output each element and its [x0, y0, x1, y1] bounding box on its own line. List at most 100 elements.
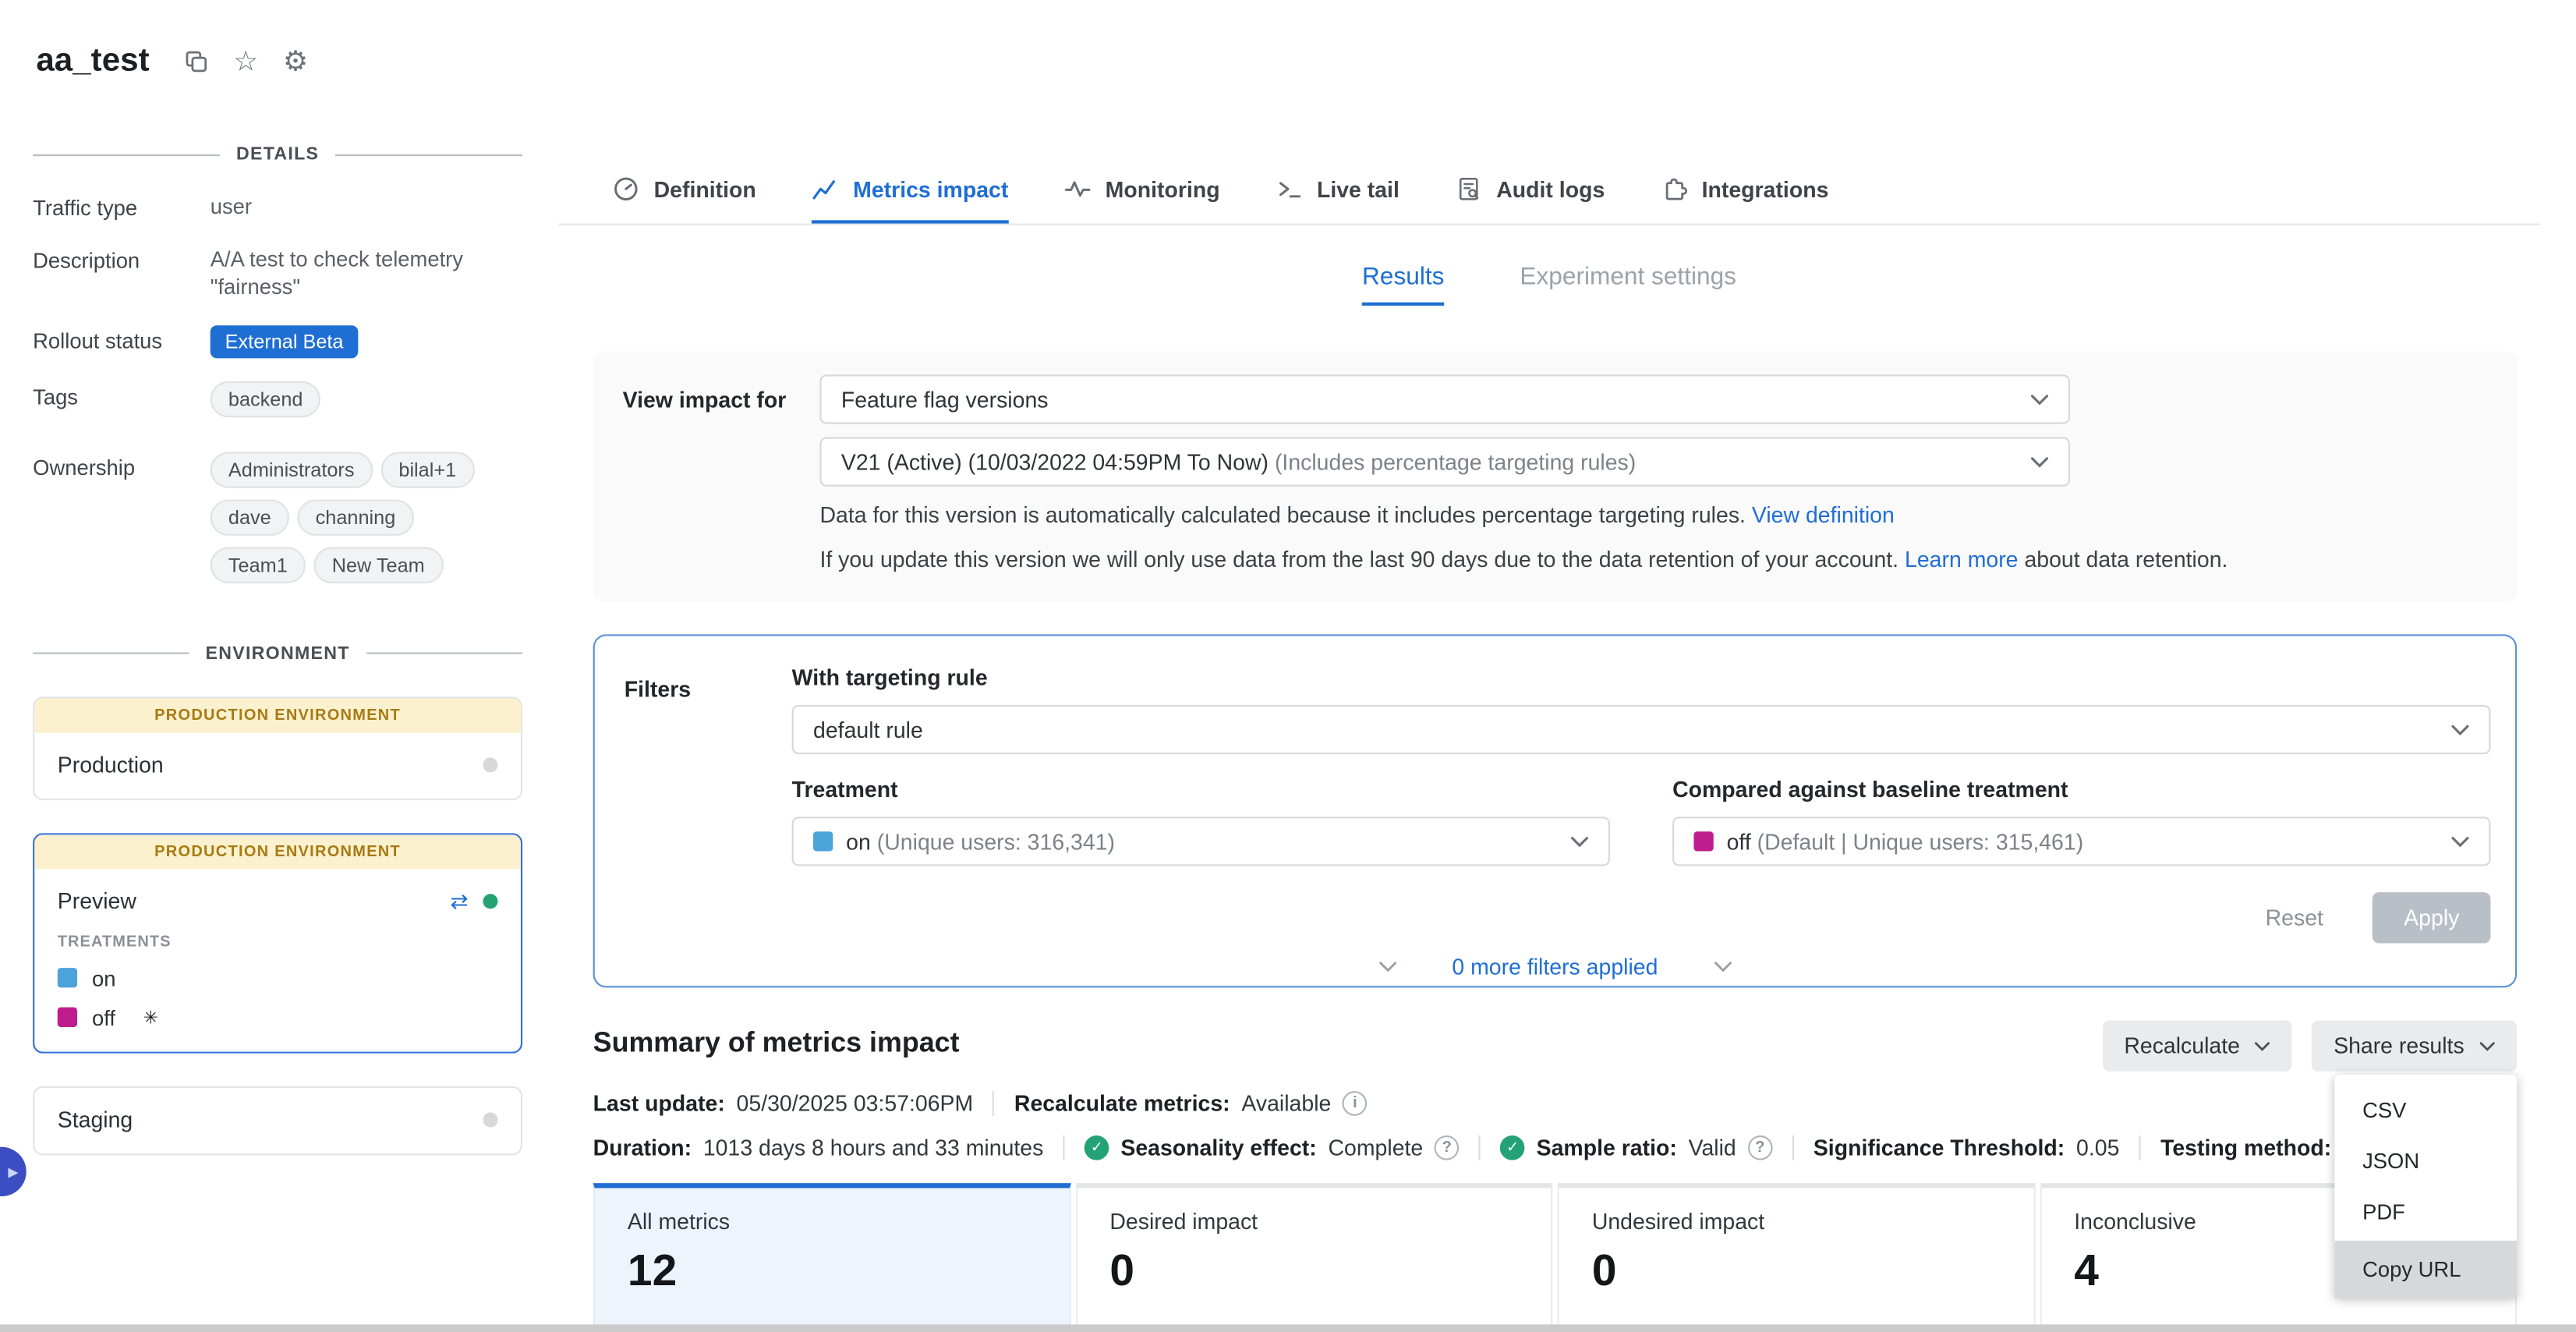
- chevron-down-icon: [2030, 456, 2048, 468]
- tab-metrics-impact[interactable]: Metrics impact: [812, 158, 1008, 223]
- env-card-production[interactable]: PRODUCTION ENVIRONMENT Production: [33, 696, 522, 800]
- divider: [1792, 1135, 1793, 1160]
- baseline-dropdown[interactable]: off (Default | Unique users: 315,461): [1672, 817, 2490, 866]
- share-results-button[interactable]: Share results: [2312, 1021, 2517, 1072]
- view-impact-section: View impact for Feature flag versions V2…: [593, 352, 2517, 602]
- details-rows: Traffic type user Description A/A test t…: [33, 193, 522, 594]
- version-dropdown[interactable]: V21 (Active) (10/03/2022 04:59PM To Now)…: [819, 437, 2070, 486]
- env-name-staging: Staging: [58, 1107, 133, 1132]
- check-circle-icon: ✓: [1085, 1135, 1109, 1160]
- divider: [1479, 1135, 1481, 1160]
- menu-item-copy-url[interactable]: Copy URL: [2334, 1241, 2517, 1298]
- audit-logs-icon: [1456, 175, 1482, 202]
- tab-label: Live tail: [1317, 177, 1399, 202]
- swap-arrows-icon: ⇄: [451, 890, 469, 911]
- subtab-bar: Results Experiment settings: [558, 263, 2539, 306]
- chevron-down-icon: [2030, 394, 2048, 406]
- filters-heading: Filters: [625, 666, 792, 944]
- tab-definition[interactable]: Definition: [613, 158, 756, 223]
- traffic-type-value: user: [211, 193, 522, 221]
- card-desired-impact[interactable]: Desired impact 0: [1075, 1183, 1552, 1326]
- card-value: 12: [628, 1245, 1036, 1296]
- last-update-label: Last update:: [593, 1091, 725, 1116]
- treatment-dropdown[interactable]: on (Unique users: 316,341): [792, 817, 1610, 866]
- copy-icon[interactable]: [184, 49, 209, 74]
- targeting-rule-label: With targeting rule: [792, 666, 2491, 691]
- subtab-experiment-settings[interactable]: Experiment settings: [1520, 263, 1736, 306]
- more-filters-toggle[interactable]: 0 more filters applied: [1365, 955, 1745, 980]
- env-card-staging[interactable]: Staging: [33, 1086, 522, 1154]
- tab-label: Definition: [654, 177, 756, 202]
- sidebar-expand-handle[interactable]: ▶: [0, 1147, 27, 1196]
- chevron-down-icon: [2255, 1041, 2271, 1051]
- version-type-dropdown[interactable]: Feature flag versions: [819, 374, 2070, 423]
- treatment-row-on: on: [58, 965, 498, 990]
- definition-icon: [613, 175, 639, 202]
- chevron-down-icon: [1714, 962, 1732, 973]
- monitoring-icon: [1064, 175, 1091, 202]
- gear-icon[interactable]: ⚙: [283, 48, 308, 76]
- tab-label: Integrations: [1702, 177, 1829, 202]
- star-icon[interactable]: ☆: [233, 48, 258, 76]
- menu-item-pdf[interactable]: PDF: [2334, 1187, 2517, 1238]
- card-label: Desired impact: [1109, 1210, 1518, 1235]
- view-impact-label: View impact for: [623, 374, 820, 575]
- card-value: 0: [1592, 1245, 2001, 1296]
- significance-value: 0.05: [2076, 1135, 2119, 1160]
- subtab-results[interactable]: Results: [1362, 263, 1444, 306]
- learn-more-link[interactable]: Learn more: [1905, 547, 2018, 572]
- apply-button[interactable]: Apply: [2373, 892, 2490, 943]
- tab-audit-logs[interactable]: Audit logs: [1456, 158, 1605, 223]
- integrations-icon: [1661, 175, 1687, 202]
- sample-ratio-label: Sample ratio:: [1537, 1135, 1677, 1160]
- treatment-on-swatch: [813, 831, 833, 851]
- rollout-status-badge: External Beta: [211, 324, 359, 357]
- card-all-metrics[interactable]: All metrics 12: [593, 1183, 1070, 1326]
- main-content: Definition Metrics impact Monitoring Liv…: [558, 158, 2539, 1326]
- traffic-type-label: Traffic type: [33, 193, 211, 221]
- tab-monitoring[interactable]: Monitoring: [1064, 158, 1220, 223]
- baseline-label: Compared against baseline treatment: [1672, 778, 2490, 802]
- reset-button[interactable]: Reset: [2266, 905, 2323, 930]
- help-icon[interactable]: ?: [1435, 1135, 1460, 1160]
- treatment-row-off: off ✳: [58, 1005, 498, 1030]
- env-card-preview[interactable]: PRODUCTION ENVIRONMENT Preview ⇄ TREATME…: [33, 833, 522, 1053]
- card-undesired-impact[interactable]: Undesired impact 0: [1558, 1183, 2035, 1326]
- targeting-rule-dropdown[interactable]: default rule: [792, 705, 2491, 754]
- check-circle-icon: ✓: [1500, 1135, 1525, 1160]
- rollout-status-value: External Beta: [211, 324, 522, 357]
- info-icon[interactable]: i: [1343, 1091, 1368, 1116]
- menu-item-json[interactable]: JSON: [2334, 1135, 2517, 1186]
- tags-label: Tags: [33, 381, 211, 409]
- collapse-arrow-icon: ▶: [8, 1164, 18, 1179]
- tab-label: Audit logs: [1496, 177, 1605, 202]
- environment-heading: ENVIRONMENT: [33, 643, 522, 663]
- version-note: (Includes percentage targeting rules): [1275, 449, 1636, 474]
- help-icon[interactable]: ?: [1748, 1135, 1773, 1160]
- owner-pill: Administrators: [211, 452, 373, 487]
- treatment-value: on (Unique users: 316,341): [846, 829, 1557, 854]
- env-status-dot: [483, 757, 497, 772]
- details-heading: DETAILS: [33, 144, 522, 164]
- view-definition-link[interactable]: View definition: [1752, 503, 1895, 528]
- chevron-down-icon: [1378, 962, 1396, 973]
- tab-integrations[interactable]: Integrations: [1661, 158, 1828, 223]
- tab-live-tail[interactable]: Live tail: [1276, 158, 1399, 223]
- owner-pill: bilal+1: [380, 452, 474, 487]
- version-note-line-1: Data for this version is automatically c…: [819, 500, 2487, 532]
- recalculate-button[interactable]: Recalculate: [2103, 1021, 2292, 1072]
- treatment-off-swatch: [1693, 831, 1713, 851]
- flag-header: aa_test ☆ ⚙: [36, 43, 308, 80]
- app-root: aa_test ☆ ⚙ DETAILS Traffic type user De…: [0, 0, 2576, 1332]
- owner-pill: dave: [211, 499, 289, 535]
- last-update-value: 05/30/2025 03:57:06PM: [737, 1091, 974, 1116]
- share-results-label: Share results: [2334, 1034, 2465, 1059]
- env-name-preview: Preview: [58, 888, 136, 913]
- kill-asterisk-icon: ✳: [143, 1007, 158, 1028]
- seasonality-value: Complete: [1328, 1135, 1423, 1160]
- chevron-down-icon: [2451, 836, 2469, 848]
- env-active-dot: [483, 894, 497, 909]
- menu-item-csv[interactable]: CSV: [2334, 1085, 2517, 1135]
- tab-label: Metrics impact: [853, 177, 1008, 202]
- horizontal-scrollbar[interactable]: [0, 1324, 2576, 1332]
